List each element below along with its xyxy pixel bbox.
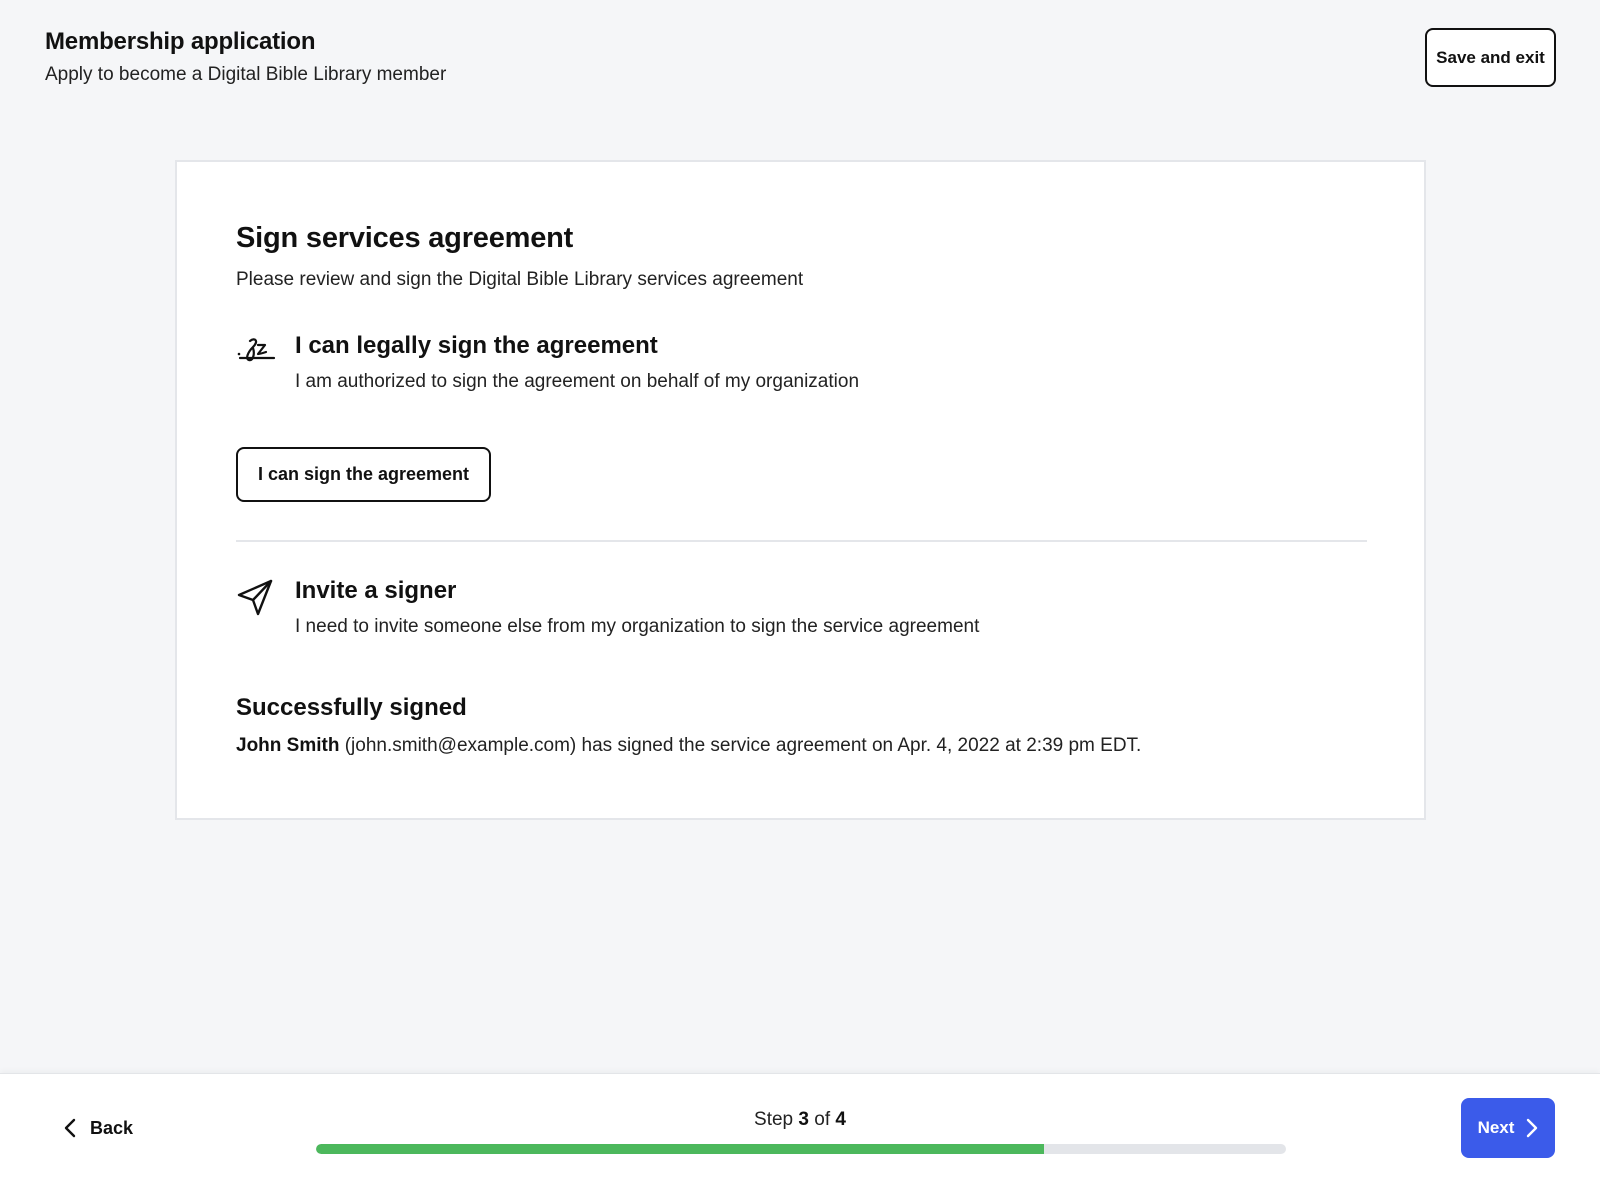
- signature-icon: [236, 332, 276, 372]
- step-total: 4: [835, 1109, 846, 1130]
- step-current: 3: [798, 1109, 809, 1130]
- app-header: Membership application Apply to become a…: [45, 28, 446, 86]
- wizard-footer: Back Step 3 of 4 Next: [0, 1073, 1600, 1183]
- next-button[interactable]: Next: [1461, 1098, 1555, 1158]
- page-subtitle: Apply to become a Digital Bible Library …: [45, 64, 447, 85]
- step-of: of: [814, 1109, 831, 1130]
- application-page: Membership application Apply to become a…: [0, 0, 1600, 1183]
- section-divider: [236, 540, 1367, 542]
- step-prefix: Step: [754, 1109, 794, 1130]
- option-invite-signer-title: Invite a signer: [295, 577, 457, 604]
- option-legal-sign-text: I am authorized to sign the agreement on…: [295, 371, 860, 392]
- success-title: Successfully signed: [236, 694, 467, 721]
- card-description: Please review and sign the Digital Bible…: [236, 269, 804, 290]
- option-invite-signer[interactable]: Invite a signer I need to invite someone…: [236, 577, 1368, 637]
- next-label: Next: [1477, 1118, 1515, 1137]
- success-details: (john.smith@example.com) has signed the …: [344, 735, 1142, 756]
- step-indicator: Step 3 of 4: [0, 1109, 1600, 1131]
- card-title: Sign services agreement: [236, 222, 574, 254]
- agreement-card: Sign services agreement Please review an…: [175, 160, 1426, 820]
- success-message: John Smith (john.smith@example.com) has …: [236, 735, 1141, 757]
- option-legal-sign: I can legally sign the agreement I am au…: [236, 332, 1368, 392]
- page-title: Membership application: [45, 28, 316, 55]
- progress-fill: [316, 1144, 1044, 1154]
- signer-name: John Smith: [236, 735, 340, 756]
- option-invite-signer-text: I need to invite someone else from my or…: [295, 616, 980, 637]
- chevron-right-icon: [1527, 1118, 1538, 1138]
- option-legal-sign-title: I can legally sign the agreement: [295, 332, 658, 359]
- progress-bar: [316, 1144, 1286, 1154]
- i-can-sign-button[interactable]: I can sign the agreement: [236, 447, 491, 502]
- paper-plane-icon: [236, 577, 276, 617]
- save-and-exit-button[interactable]: Save and exit: [1425, 28, 1556, 87]
